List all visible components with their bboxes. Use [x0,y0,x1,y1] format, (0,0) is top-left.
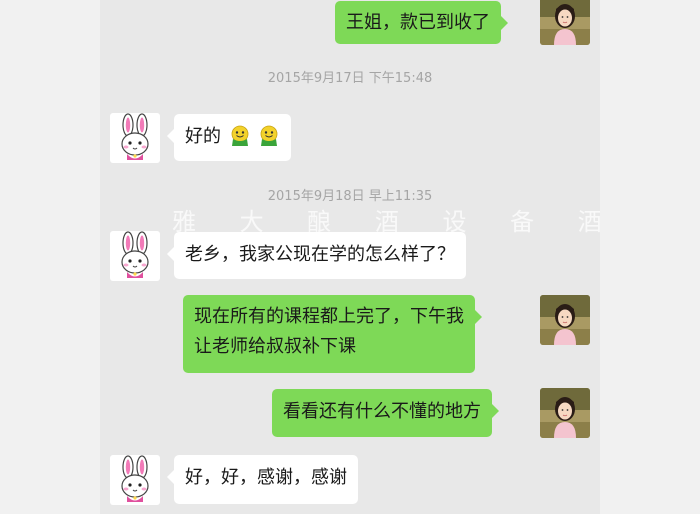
message-bubble-sent[interactable]: 现在所有的课程都上完了，下午我 让老师给叔叔补下课 [183,295,482,373]
timestamp: 2015年9月18日 早上11:35 [267,189,433,204]
user-photo-avatar[interactable] [540,388,590,438]
green-smiley-emoji-icon [258,124,280,146]
message-text: 看看还有什么不懂的地方 [283,401,481,422]
user-photo-avatar[interactable] [540,295,590,345]
message-bubble-sent[interactable]: 看看还有什么不懂的地方 [272,389,499,437]
pink-bunny-avatar[interactable] [110,455,160,505]
message-text: 王姐，款已到收了 [346,12,490,33]
pink-bunny-avatar[interactable] [110,113,160,163]
message-bubble-received[interactable]: 好的 [166,114,292,161]
message-text-line: 现在所有的课程都上完了，下午我 [194,306,464,327]
message-text-line: 让老师给叔叔补下课 [194,336,356,357]
message-text: 老乡，我家公现在学的怎么样了？ [185,244,455,265]
chat-conversation: 雅 大 酿 酒 设 备 酒 曲 王姐，款已到收了 2015年9月17日 下午15… [100,0,600,514]
message-bubble-received[interactable]: 好，好，感谢，感谢 [167,455,358,504]
user-photo-avatar[interactable] [540,0,590,45]
message-bubble-sent[interactable]: 王姐，款已到收了 [335,1,508,44]
message-text: 好的 [185,126,221,147]
pink-bunny-avatar[interactable] [110,231,160,281]
green-smiley-emoji-icon [229,124,251,146]
timestamp: 2015年9月17日 下午15:48 [267,71,433,86]
message-text: 好，好，感谢，感谢 [185,467,347,488]
message-bubble-received[interactable]: 老乡，我家公现在学的怎么样了？ [167,232,466,279]
